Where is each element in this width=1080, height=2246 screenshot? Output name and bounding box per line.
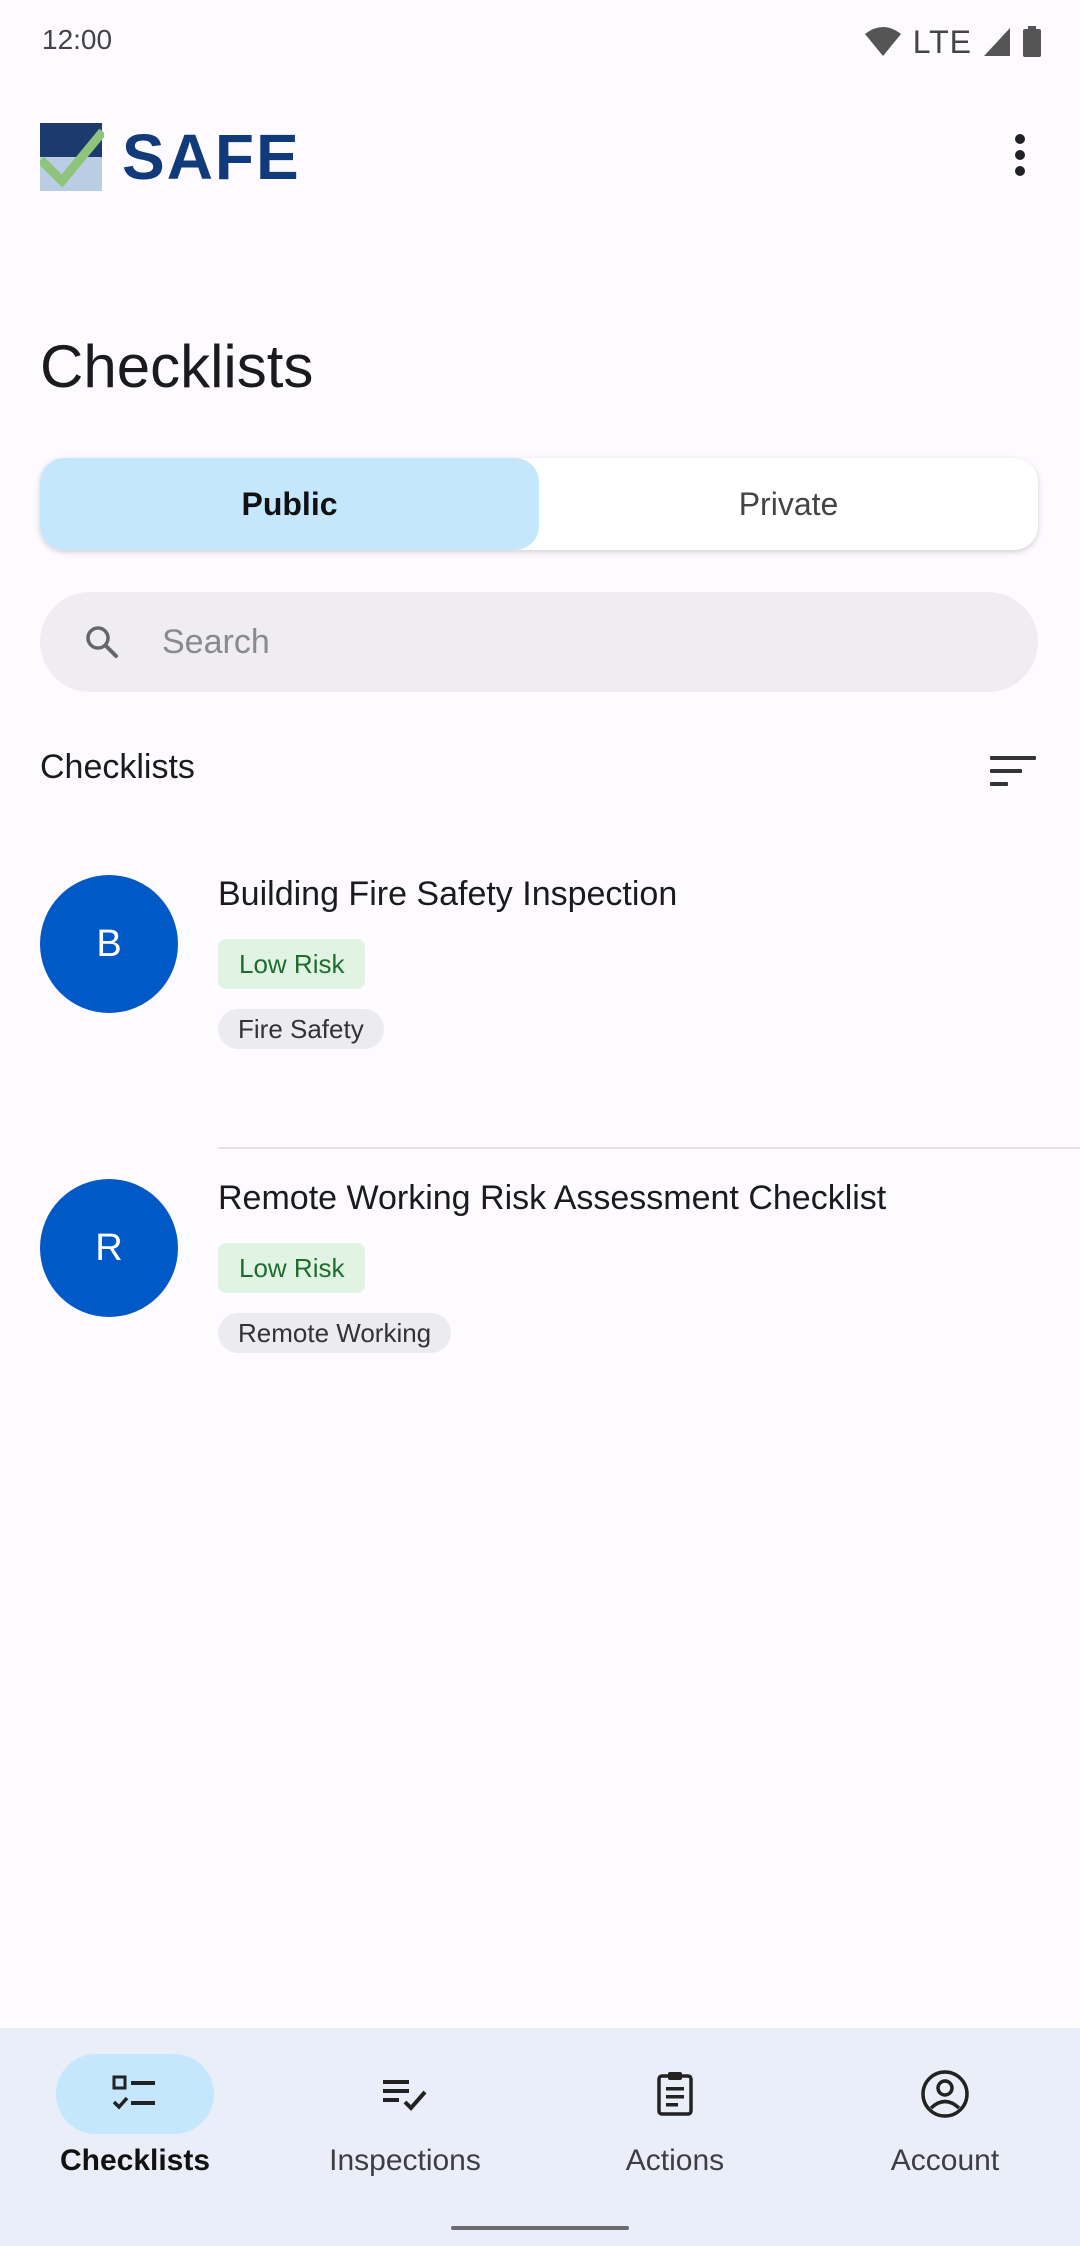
checklist-title: Building Fire Safety Inspection [218, 875, 678, 913]
status-icons: LTE [863, 22, 1042, 62]
account-circle-icon [921, 2070, 969, 2118]
signal-icon [984, 28, 1010, 56]
bottom-navigation: Checklists Inspections Actions Account [0, 2028, 1080, 2246]
nav-checklists[interactable]: Checklists [0, 2054, 270, 2204]
nav-label: Inspections [329, 2144, 481, 2177]
network-label: LTE [912, 23, 972, 60]
search-input[interactable] [160, 621, 964, 663]
logo-check-icon [40, 123, 104, 191]
gesture-handle [451, 2226, 629, 2230]
status-bar: 12:00 LTE [0, 0, 1080, 84]
tag-chip: Fire Safety [218, 1009, 384, 1049]
wifi-icon [864, 27, 901, 56]
nav-inspections[interactable]: Inspections [270, 2054, 540, 2204]
segment-private[interactable]: Private [539, 458, 1038, 550]
nav-indicator [326, 2054, 484, 2134]
more-options-button[interactable] [988, 120, 1052, 190]
more-vert-icon [1015, 134, 1025, 176]
app-logo: SAFE [40, 120, 301, 194]
avatar: B [40, 875, 178, 1013]
sort-button[interactable] [986, 744, 1040, 798]
nav-account[interactable]: Account [810, 2054, 1080, 2204]
avatar: R [40, 1179, 178, 1317]
risk-badge: Low Risk [218, 1243, 366, 1293]
search-icon [86, 626, 118, 658]
list-item[interactable]: R Remote Working Risk Assessment Checkli… [0, 1149, 1080, 1453]
nav-indicator [866, 2054, 1024, 2134]
nav-label: Account [890, 2144, 1000, 2177]
app-bar: SAFE [0, 100, 1080, 210]
logo-text: SAFE [122, 121, 301, 193]
page-title: Checklists [40, 333, 314, 400]
checklist-icon [112, 2075, 155, 2110]
segment-public[interactable]: Public [40, 458, 539, 550]
nav-indicator [56, 2054, 214, 2134]
tag-chip: Remote Working [218, 1313, 452, 1353]
sort-icon [990, 756, 1036, 786]
nav-label: Actions [625, 2144, 725, 2177]
section-title: Checklists [40, 748, 195, 786]
nav-actions[interactable]: Actions [540, 2054, 810, 2204]
inspections-icon [383, 2080, 427, 2111]
checklist-title: Remote Working Risk Assessment Checklist [218, 1179, 887, 1217]
list-item[interactable]: B Building Fire Safety Inspection Low Ri… [0, 845, 1080, 1149]
clipboard-icon [657, 2072, 693, 2116]
battery-icon [1023, 26, 1041, 57]
nav-label: Checklists [59, 2144, 211, 2177]
nav-indicator [596, 2054, 754, 2134]
risk-badge: Low Risk [218, 939, 366, 989]
section-header: Checklists [40, 748, 1040, 798]
visibility-segmented-control: Public Private [40, 458, 1038, 550]
checklist-list: B Building Fire Safety Inspection Low Ri… [0, 845, 1080, 1453]
search-bar[interactable] [40, 592, 1038, 692]
status-time: 12:00 [42, 24, 113, 55]
